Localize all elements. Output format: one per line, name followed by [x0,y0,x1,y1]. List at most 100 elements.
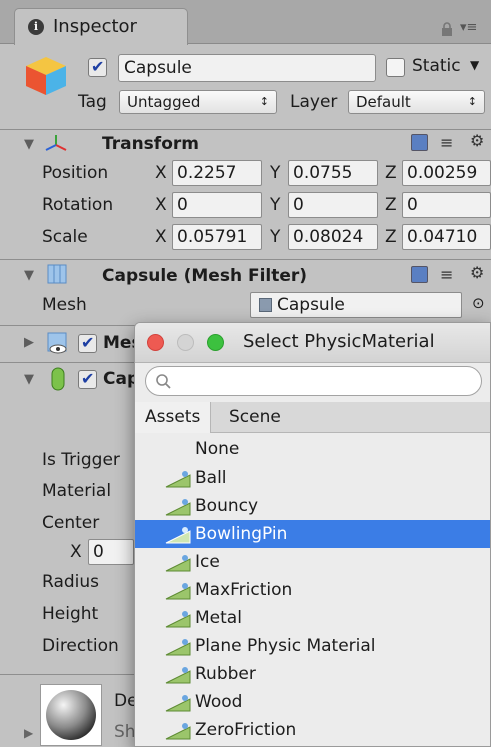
center-x-label: X [70,542,82,562]
asset-scene-tabs: Assets Scene [135,402,490,433]
help-icon[interactable] [411,266,428,283]
list-item[interactable]: Plane Physic Material [135,632,490,660]
scale-z-field[interactable]: 0.04710 [402,224,491,250]
axis-y-label: Y [270,163,281,183]
lock-icon[interactable] [440,22,454,36]
list-item[interactable]: Rubber [135,660,490,688]
axis-y-label: Y [270,227,281,247]
gear-icon[interactable]: ⚙ [470,263,484,282]
material-label: Material [42,481,112,501]
tab-title: Inspector [53,16,137,37]
object-picker-icon[interactable]: ⊙ [472,294,485,312]
axis-x-label: X [155,195,167,215]
height-label: Height [42,604,99,624]
physic-material-icon [165,723,191,740]
scale-y-field[interactable]: 0.08024 [288,224,378,250]
close-button[interactable] [147,334,164,351]
preset-icon[interactable]: ≡ [440,133,453,152]
layer-dropdown[interactable]: Default ↕ [348,90,485,114]
material-preview [40,684,102,746]
mesh-value: Capsule [277,295,345,315]
mesh-renderer-icon [47,332,67,354]
gear-icon[interactable]: ⚙ [470,131,484,150]
active-checkbox[interactable] [88,57,107,77]
list-item-label: BowlingPin [195,524,288,544]
info-icon: i [28,19,44,35]
physic-material-icon [165,639,191,656]
fold-arrow-icon[interactable]: ▼ [24,268,34,283]
position-label: Position [42,163,109,183]
physic-material-icon [165,555,191,572]
list-item-label: MaxFriction [195,580,293,600]
tag-dropdown[interactable]: Untagged ↕ [119,90,277,114]
rotation-x-field[interactable]: 0 [172,192,262,218]
fold-arrow-icon[interactable]: ▶ [24,726,33,740]
list-item-selected[interactable]: BowlingPin [135,520,490,548]
list-item-label: Wood [195,692,243,712]
axis-y-label: Y [270,195,281,215]
axis-z-label: Z [385,163,397,183]
zoom-button[interactable] [207,334,224,351]
capsule-collider-icon [51,367,65,391]
window-titlebar: Select PhysicMaterial [135,323,490,363]
list-item[interactable]: Ball [135,464,490,492]
preset-icon[interactable]: ≡ [440,265,453,284]
list-item[interactable]: MaxFriction [135,576,490,604]
position-y-field[interactable]: 0.0755 [288,160,378,186]
static-dropdown-icon[interactable]: ▼ [470,58,479,72]
dropdown-arrows-icon: ↕ [259,95,269,108]
list-item-none[interactable]: None [135,435,490,463]
select-physicmaterial-window: Select PhysicMaterial Assets Scene None … [134,322,491,747]
list-item-label: Ice [195,552,220,572]
list-item[interactable]: Metal [135,604,490,632]
center-label: Center [42,513,100,533]
help-icon[interactable] [411,134,428,151]
physic-material-icon [165,471,191,488]
physic-material-icon [165,583,191,600]
tab-inspector[interactable]: i Inspector [14,8,188,45]
mesh-renderer-checkbox[interactable] [78,333,97,353]
list-item[interactable]: Wood [135,688,490,716]
object-name-field[interactable]: Capsule [118,54,376,82]
axis-z-label: Z [385,195,397,215]
tag-value: Untagged [127,93,201,111]
position-x-field[interactable]: 0.2257 [172,160,262,186]
position-z-field[interactable]: 0.00259 [402,160,491,186]
search-field[interactable] [145,366,482,396]
center-x-field[interactable]: 0 [88,539,134,565]
capsule-collider-checkbox[interactable] [78,369,97,389]
list-item-label: ZeroFriction [195,720,297,740]
rotation-y-field[interactable]: 0 [288,192,378,218]
layer-value: Default [356,93,411,111]
rotation-label: Rotation [42,195,114,215]
axis-x-label: X [155,227,167,247]
tab-menu-icon[interactable]: ▾≡ [460,20,477,35]
minimize-button[interactable] [177,334,194,351]
divider [0,259,491,260]
list-item[interactable]: Ice [135,548,490,576]
axis-z-label: Z [385,227,397,247]
sphere-icon [46,690,96,740]
mesh-icon [259,298,272,312]
rotation-z-field[interactable]: 0 [402,192,491,218]
shader-label: Sh [114,722,136,742]
fold-arrow-icon[interactable]: ▼ [24,372,34,387]
mesh-object-field[interactable]: Capsule [250,292,462,318]
transform-icon [45,135,67,151]
tab-assets[interactable]: Assets [135,402,212,433]
scale-x-field[interactable]: 0.05791 [172,224,262,250]
fold-arrow-icon[interactable]: ▼ [24,137,34,152]
mesh-label: Mesh [42,295,87,315]
tag-label: Tag [78,92,107,112]
tab-scene[interactable]: Scene [219,402,291,433]
window-title: Select PhysicMaterial [243,331,435,352]
static-checkbox[interactable] [386,58,405,77]
search-icon [156,374,171,389]
list-item-label: Plane Physic Material [195,636,376,656]
list-item-label: None [195,439,240,459]
is-trigger-label: Is Trigger [42,450,120,470]
list-item[interactable]: Bouncy [135,492,490,520]
fold-arrow-icon[interactable]: ▶ [24,335,34,350]
list-item[interactable]: ZeroFriction [135,716,490,744]
physic-material-icon [165,527,191,544]
